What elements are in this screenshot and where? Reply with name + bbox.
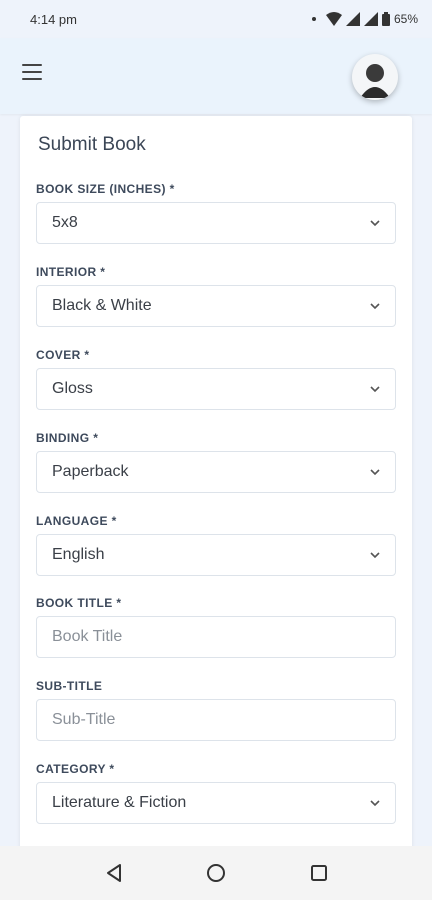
status-bar: 4:14 pm 65%	[0, 0, 432, 38]
cover-value: Gloss	[52, 380, 93, 397]
system-nav-bar	[0, 846, 432, 900]
interior-select[interactable]: Black & White	[36, 285, 396, 327]
page-title: Submit Book	[38, 134, 146, 155]
submit-book-card: Submit Book BOOK SIZE (INCHES) * 5x8 INT…	[20, 116, 412, 876]
battery-level: 65%	[393, 12, 418, 26]
book-size-select[interactable]: 5x8	[36, 202, 396, 244]
home-circle-icon[interactable]	[203, 860, 229, 886]
book-title-label: BOOK TITLE *	[36, 596, 122, 610]
language-value: English	[52, 546, 105, 563]
sub-title-input[interactable]: Sub-Title	[36, 699, 396, 741]
chevron-down-icon	[370, 552, 380, 559]
chevron-down-icon	[370, 220, 380, 227]
menu-icon[interactable]	[22, 64, 42, 80]
book-title-placeholder: Book Title	[52, 628, 123, 645]
wifi-icon	[325, 12, 342, 26]
sub-title-placeholder: Sub-Title	[52, 711, 116, 728]
book-size-label: BOOK SIZE (INCHES) *	[36, 182, 175, 196]
category-select[interactable]: Literature & Fiction	[36, 782, 396, 824]
notification-dot-icon	[311, 17, 316, 21]
recents-square-icon[interactable]	[306, 860, 332, 886]
sub-title-label: SUB-TITLE	[36, 679, 103, 693]
chevron-down-icon	[370, 303, 380, 310]
book-title-input[interactable]: Book Title	[36, 616, 396, 658]
interior-label: INTERIOR *	[36, 265, 106, 279]
binding-value: Paperback	[52, 463, 129, 480]
status-time: 4:14 pm	[30, 11, 77, 27]
book-size-value: 5x8	[52, 214, 78, 231]
binding-label: BINDING *	[36, 431, 99, 445]
chevron-down-icon	[370, 386, 380, 393]
user-avatar-icon[interactable]	[352, 54, 398, 100]
language-label: LANGUAGE *	[36, 514, 117, 528]
app-header	[0, 38, 432, 114]
signal-icon	[345, 12, 360, 26]
category-label: CATEGORY *	[36, 762, 115, 776]
chevron-down-icon	[370, 800, 380, 807]
cover-label: COVER *	[36, 348, 90, 362]
chevron-down-icon	[370, 469, 380, 476]
back-triangle-icon[interactable]	[102, 860, 128, 886]
status-icons: 65%	[311, 12, 418, 26]
language-select[interactable]: English	[36, 534, 396, 576]
category-value: Literature & Fiction	[52, 794, 187, 811]
binding-select[interactable]: Paperback	[36, 451, 396, 493]
battery-icon	[381, 12, 390, 26]
interior-value: Black & White	[52, 297, 152, 314]
cover-select[interactable]: Gloss	[36, 368, 396, 410]
signal-icon-2	[363, 12, 378, 26]
